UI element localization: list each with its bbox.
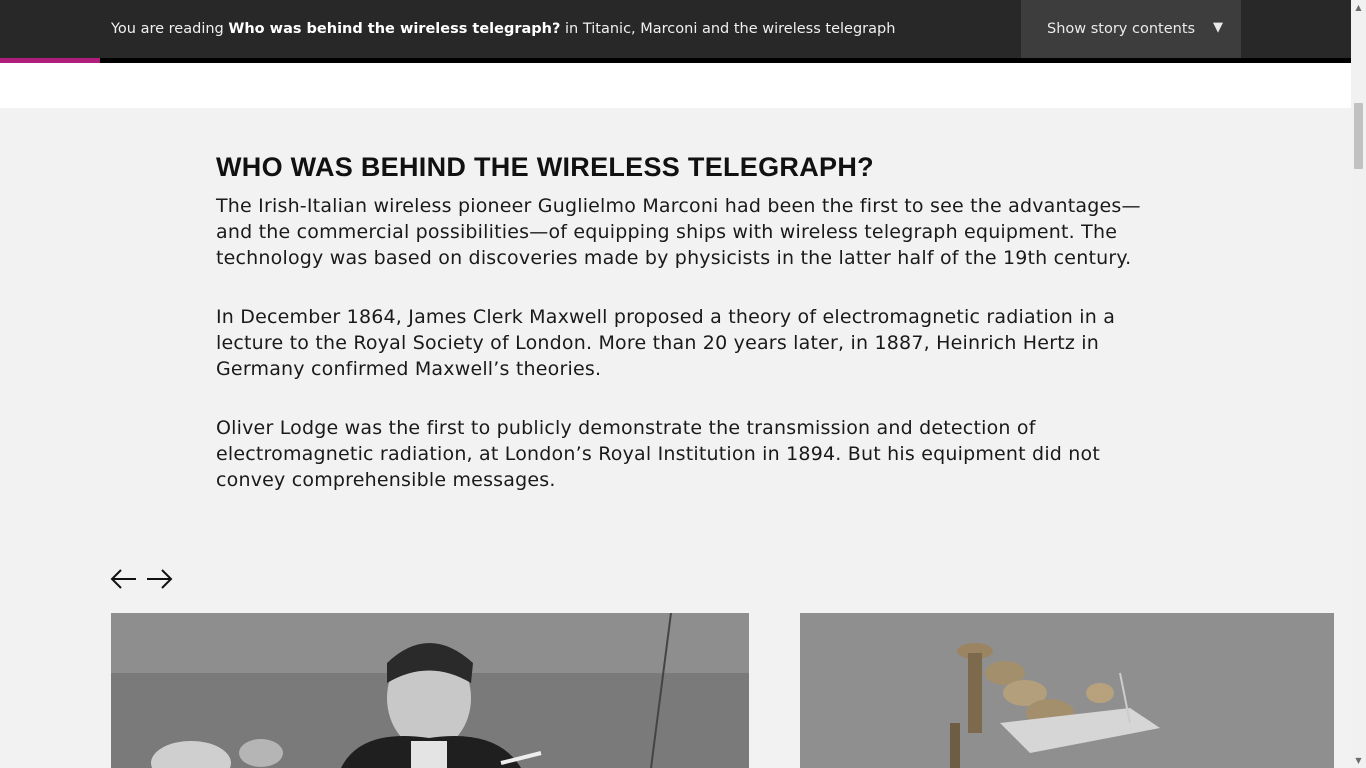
paragraph-1: The Irish-Italian wireless pioneer Gugli… <box>216 195 1141 269</box>
header-spacer <box>0 63 1351 108</box>
reading-prefix: You are reading <box>111 21 229 37</box>
reading-title: Who was behind the wireless telegraph? <box>228 21 561 37</box>
scroll-down-icon[interactable]: ▼ <box>1351 753 1366 768</box>
scroll-up-icon[interactable]: ▲ <box>1351 0 1366 15</box>
triangle-down-icon: ▼ <box>1213 20 1223 35</box>
paragraph-2: In December 1864, James Clerk Maxwell pr… <box>216 306 1116 380</box>
article-section: Who was behind the wireless telegraph? T… <box>216 150 1146 526</box>
telegraph-instrument-photo[interactable] <box>800 613 1334 768</box>
arrow-right-icon[interactable] <box>145 566 173 592</box>
section-heading: Who was behind the wireless telegraph? <box>216 152 874 182</box>
story-header-bar: You are reading Who was behind the wirel… <box>0 0 1351 58</box>
reading-indicator: You are reading Who was behind the wirel… <box>111 0 895 58</box>
story-button-label: Show story contents <box>1047 21 1196 37</box>
vertical-scrollbar[interactable]: ▲ ▼ <box>1351 0 1366 768</box>
carousel-navigation <box>110 566 180 592</box>
scrollbar-thumb[interactable] <box>1354 103 1363 169</box>
reading-story-name: in Titanic, Marconi and the wireless tel… <box>560 21 896 37</box>
show-story-contents-button[interactable]: Show story contents ▼ <box>1021 0 1241 58</box>
marconi-photo[interactable] <box>111 613 749 768</box>
arrow-left-icon[interactable] <box>110 566 138 592</box>
paragraph-3: Oliver Lodge was the first to publicly d… <box>216 417 1101 491</box>
